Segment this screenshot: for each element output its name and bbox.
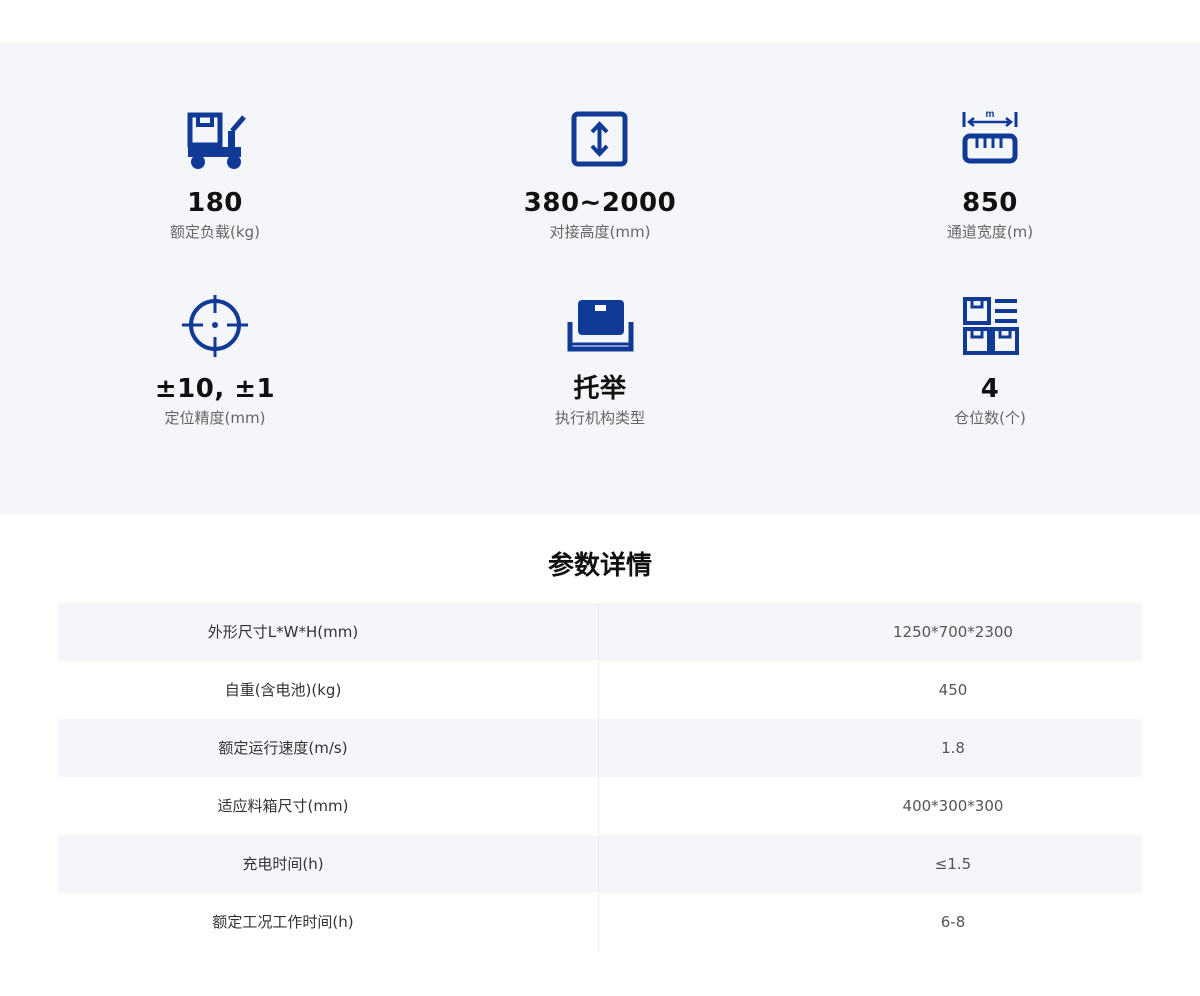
- unit-label: m: [986, 109, 995, 120]
- param-name: 外形尺寸L*W*H(mm): [58, 603, 599, 661]
- param-value: 400*300*300: [902, 797, 1004, 815]
- param-name: 充电时间(h): [58, 835, 599, 893]
- table-row: 充电时间(h) ≤1.5: [58, 835, 1142, 893]
- spec-panel: 180 额定负载(kg) 380~2000 对接高度(mm) m 850 通道宽…: [0, 43, 1200, 514]
- spec-value: 380~2000: [523, 188, 677, 218]
- param-name: 适应料箱尺寸(mm): [58, 777, 599, 835]
- spec-positioning-accuracy: ±10, ±1 定位精度(mm): [65, 295, 365, 428]
- spec-value: 4: [980, 374, 1000, 404]
- param-value: ≤1.5: [934, 855, 972, 873]
- spec-value: 托举: [573, 374, 627, 404]
- table-row: 外形尺寸L*W*H(mm) 1250*700*2300: [58, 603, 1142, 661]
- param-value: 1250*700*2300: [893, 623, 1013, 641]
- storage-slots-icon: [963, 297, 1019, 355]
- param-name: 自重(含电池)(kg): [58, 661, 599, 719]
- spec-storage-slots: 4 仓位数(个): [840, 295, 1140, 428]
- table-row: 自重(含电池)(kg) 450: [58, 661, 1142, 719]
- table-row: 适应料箱尺寸(mm) 400*300*300: [58, 777, 1142, 835]
- cart-box-icon: [187, 112, 246, 169]
- spec-label: 通道宽度(m): [946, 223, 1034, 241]
- spec-actuator-type: 托举 执行机构类型: [450, 295, 750, 428]
- lift-tray-icon: [567, 300, 634, 352]
- spec-rated-load: 180 额定负载(kg): [65, 109, 365, 242]
- param-value: 6-8: [940, 913, 966, 931]
- spec-value: ±10, ±1: [154, 374, 276, 404]
- spec-label: 仓位数(个): [954, 409, 1026, 427]
- ruler-width-icon: m: [962, 109, 1018, 164]
- params-section-title: 参数详情: [547, 551, 652, 581]
- params-table: 外形尺寸L*W*H(mm) 1250*700*2300 自重(含电池)(kg) …: [58, 603, 1142, 951]
- spec-value: 180: [187, 188, 243, 218]
- spec-label: 对接高度(mm): [549, 223, 651, 241]
- param-name: 额定工况工作时间(h): [58, 893, 599, 951]
- spec-docking-height: 380~2000 对接高度(mm): [450, 109, 750, 242]
- table-row: 额定工况工作时间(h) 6-8: [58, 893, 1142, 951]
- crosshair-icon: [182, 295, 248, 357]
- spec-label: 执行机构类型: [554, 409, 645, 427]
- spec-value: 850: [962, 188, 1018, 218]
- height-arrows-icon: [571, 111, 628, 167]
- spec-label: 定位精度(mm): [164, 409, 266, 427]
- spec-aisle-width: m 850 通道宽度(m): [840, 109, 1140, 242]
- spec-label: 额定负载(kg): [170, 223, 260, 241]
- param-value: 450: [938, 681, 968, 699]
- table-row: 额定运行速度(m/s) 1.8: [58, 719, 1142, 777]
- param-value: 1.8: [941, 739, 965, 757]
- param-name: 额定运行速度(m/s): [58, 719, 599, 777]
